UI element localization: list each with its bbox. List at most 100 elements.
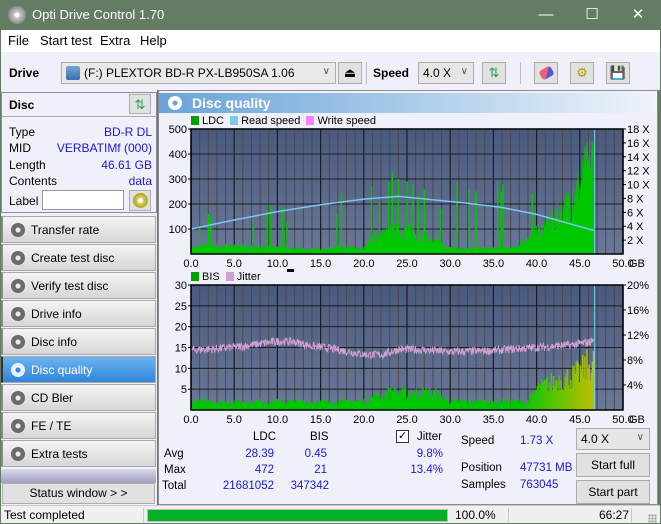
speed-label: Speed bbox=[461, 435, 495, 447]
erase-button[interactable] bbox=[534, 62, 558, 84]
y2-tick-label: 12 X bbox=[627, 166, 650, 178]
y2-tick-label: 8% bbox=[627, 355, 643, 367]
test-speed-value: 4.0 X bbox=[581, 432, 610, 446]
x-tick-label: 0.0 bbox=[183, 258, 198, 270]
y-tick-label: 5 bbox=[181, 384, 187, 396]
y-tick-label: 400 bbox=[169, 149, 187, 161]
x-tick-label: 20.0 bbox=[353, 414, 374, 426]
stats-max-jitter: 13.4% bbox=[410, 464, 443, 476]
nav-item-verify-test-disc[interactable]: Verify test disc bbox=[1, 272, 156, 299]
resize-grip[interactable] bbox=[648, 514, 657, 523]
nav-spacer bbox=[1, 469, 156, 483]
toolbar-separator bbox=[366, 62, 367, 84]
elapsed-time: 66:27 bbox=[598, 508, 629, 522]
stats-total-label: Total bbox=[162, 480, 187, 492]
bis-bar bbox=[592, 351, 595, 410]
y2-tick-label: 18 X bbox=[627, 124, 650, 136]
test-speed-select[interactable]: 4.0 X ∨ bbox=[576, 428, 650, 450]
nav-item-cd-bler[interactable]: CD Bler bbox=[1, 384, 156, 411]
disc-contents-value: data bbox=[128, 174, 152, 188]
refresh-icon: ⇅ bbox=[134, 97, 146, 112]
y2-tick-label: 8 X bbox=[627, 193, 644, 205]
disc-contents-label: Contents bbox=[9, 174, 58, 188]
drive-select[interactable]: (F:) PLEXTOR BD-R PX-LB950SA 1.06 ∨ bbox=[61, 62, 336, 84]
maximize-button[interactable]: ☐ bbox=[569, 0, 615, 30]
minimize-button[interactable]: — bbox=[523, 0, 569, 30]
nav-item-create-test-disc[interactable]: Create test disc bbox=[1, 244, 156, 271]
save-button[interactable]: 💾 bbox=[606, 62, 630, 84]
x-tick-label: 5.0 bbox=[227, 258, 242, 270]
x-axis-label: GB bbox=[629, 414, 645, 426]
disc-header: Disc ⇅ bbox=[2, 93, 156, 117]
eject-button[interactable]: ⏏ bbox=[338, 62, 362, 84]
menu-file[interactable]: File bbox=[8, 33, 29, 48]
nav-item-extra-tests[interactable]: Extra tests bbox=[1, 440, 156, 467]
x-tick-label: 30.0 bbox=[439, 414, 460, 426]
refresh-button[interactable]: ⇅ bbox=[482, 62, 506, 84]
close-button[interactable]: ✕ bbox=[615, 0, 661, 30]
chevron-down-icon: ∨ bbox=[460, 66, 468, 77]
start-full-button[interactable]: Start full bbox=[576, 453, 650, 477]
drive-icon bbox=[66, 66, 80, 80]
speed-select[interactable]: 4.0 X ∨ bbox=[418, 62, 474, 84]
status-window-button[interactable]: Status window > > bbox=[2, 483, 155, 504]
x-tick-label: 35.0 bbox=[483, 258, 504, 270]
stats-avg-label: Avg bbox=[164, 448, 184, 460]
y-tick-label: 500 bbox=[169, 124, 187, 136]
disc-label-input[interactable] bbox=[42, 190, 124, 210]
disc-tool-icon bbox=[11, 391, 25, 405]
start-part-button[interactable]: Start part bbox=[576, 480, 650, 504]
stats-jitter-label: Jitter bbox=[417, 431, 442, 443]
panel-title: Disc quality bbox=[192, 95, 271, 111]
nav-item-disc-info[interactable]: Disc info bbox=[1, 328, 156, 355]
disc-header-title: Disc bbox=[9, 98, 35, 112]
settings-button[interactable]: ⚙ bbox=[570, 62, 594, 84]
nav-item-label: CD Bler bbox=[31, 391, 74, 405]
x-tick-label: 40.0 bbox=[526, 414, 547, 426]
y-tick-label: 100 bbox=[169, 224, 187, 236]
y2-tick-label: 6 X bbox=[627, 207, 644, 219]
disc-tool-icon bbox=[11, 307, 25, 321]
disc-tool-icon bbox=[11, 419, 25, 433]
menu-help[interactable]: Help bbox=[140, 33, 167, 48]
samples-value: 763045 bbox=[520, 479, 559, 491]
bis-chart: 5 10 15 20 25 30 4% 8% 12% 16% 20% 0.0 5.0 10.0 15.0 20… bbox=[175, 280, 649, 426]
speed-value: 4.0 X bbox=[423, 66, 452, 80]
disc-label-button[interactable] bbox=[129, 190, 151, 211]
disc-tool-icon bbox=[11, 447, 25, 461]
x-axis-label: GB bbox=[629, 258, 645, 270]
nav-item-drive-info[interactable]: Drive info bbox=[1, 300, 156, 327]
nav-item-label: Extra tests bbox=[31, 447, 88, 461]
nav-item-label: Verify test disc bbox=[31, 279, 109, 293]
nav-item-fe-te[interactable]: FE / TE bbox=[1, 412, 156, 439]
disc-icon bbox=[133, 193, 148, 208]
disc-tool-icon bbox=[11, 251, 25, 265]
chevron-down-icon: ∨ bbox=[636, 432, 644, 443]
stats-total-bis: 347342 bbox=[290, 480, 329, 492]
refresh-icon: ⇅ bbox=[488, 65, 500, 80]
save-icon: 💾 bbox=[609, 65, 627, 80]
x-tick-label: 0.0 bbox=[183, 414, 198, 426]
disc-refresh-button[interactable]: ⇅ bbox=[129, 94, 151, 114]
y-tick-label: 200 bbox=[169, 199, 187, 211]
y2-tick-label: 14 X bbox=[627, 152, 650, 164]
x-tick-label: 20.0 bbox=[353, 258, 374, 270]
nav-item-disc-quality[interactable]: Disc quality bbox=[1, 356, 156, 383]
toolbar: Drive (F:) PLEXTOR BD-R PX-LB950SA 1.06 … bbox=[1, 52, 660, 90]
x-tick-label: 25.0 bbox=[396, 258, 417, 270]
menu-start-test[interactable]: Start test bbox=[40, 33, 92, 48]
drive-label: Drive bbox=[9, 66, 40, 80]
main-panel: Disc quality LDC Read speed Write speed … bbox=[158, 90, 658, 505]
status-text: Test completed bbox=[4, 508, 85, 522]
left-panel: Disc ⇅ Type BD-R DL MID VERBATIMf (000) … bbox=[1, 90, 157, 505]
jitter-checkbox[interactable]: ✓ bbox=[396, 430, 409, 443]
x-tick-label: 5.0 bbox=[227, 414, 242, 426]
progress-text: 100.0% bbox=[455, 508, 496, 522]
x-tick-label: 10.0 bbox=[267, 414, 288, 426]
menu-extra[interactable]: Extra bbox=[100, 33, 130, 48]
nav-item-transfer-rate[interactable]: Transfer rate bbox=[1, 216, 156, 243]
y-tick-label: 300 bbox=[169, 174, 187, 186]
disc-tool-icon bbox=[11, 223, 25, 237]
x-tick-label: 45.0 bbox=[569, 414, 590, 426]
y2-tick-label: 10 X bbox=[627, 180, 650, 192]
